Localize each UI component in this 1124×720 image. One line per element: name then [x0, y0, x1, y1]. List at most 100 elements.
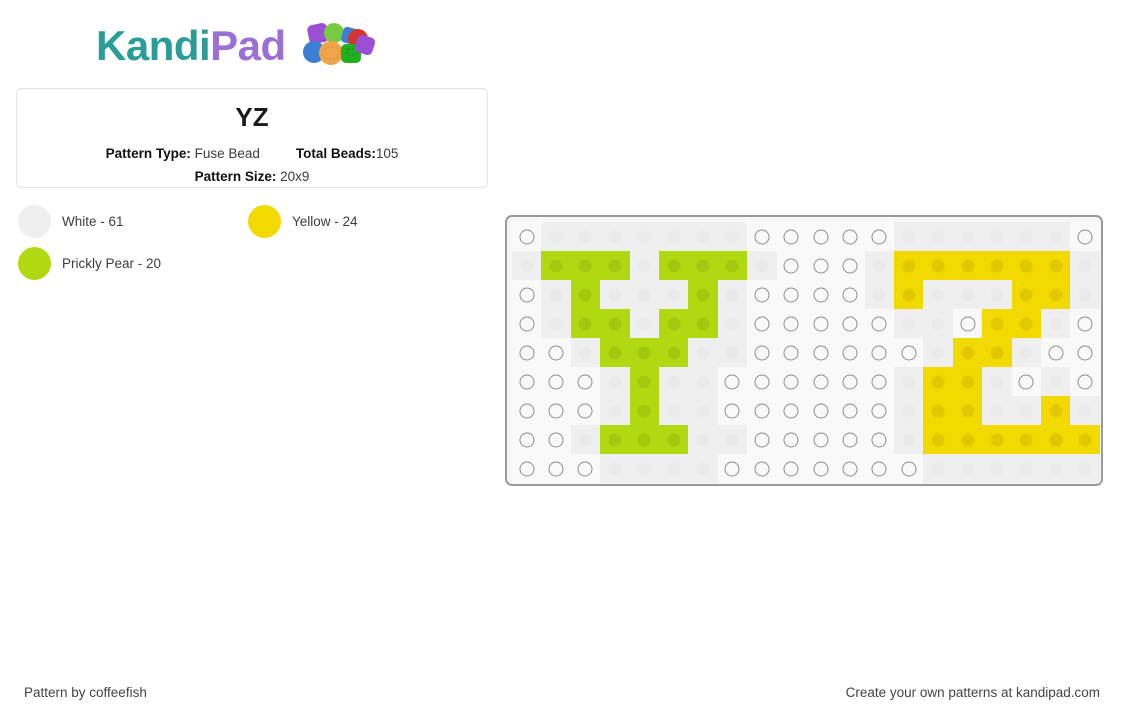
peg-empty[interactable] [864, 425, 895, 454]
peg-empty[interactable] [1070, 222, 1100, 251]
bead-cell[interactable] [629, 367, 660, 396]
bead-cell[interactable] [894, 280, 924, 309]
peg-empty[interactable] [776, 425, 806, 454]
bead-cell[interactable] [1011, 309, 1042, 338]
bead-cell[interactable] [982, 425, 1013, 454]
bead-cell[interactable] [600, 251, 630, 280]
bead-cell[interactable] [1070, 425, 1101, 454]
peg-empty[interactable] [1070, 367, 1100, 396]
bead-cell[interactable] [512, 251, 542, 280]
peg-empty[interactable] [952, 309, 983, 338]
peg-empty[interactable] [776, 338, 806, 367]
peg-empty[interactable] [835, 251, 865, 280]
peg-empty[interactable] [717, 454, 748, 483]
peg-empty[interactable] [776, 396, 806, 425]
bead-cell[interactable] [952, 425, 983, 454]
peg-empty[interactable] [864, 396, 895, 425]
peg-empty[interactable] [805, 396, 836, 425]
bead-cell[interactable] [658, 396, 689, 425]
peg-empty[interactable] [805, 367, 836, 396]
peg-empty[interactable] [805, 425, 836, 454]
bead-cell[interactable] [1070, 280, 1101, 309]
bead-cell[interactable] [864, 280, 895, 309]
bead-cell[interactable] [1041, 454, 1071, 483]
bead-cell[interactable] [717, 425, 748, 454]
bead-cell[interactable] [541, 309, 572, 338]
bead-cell[interactable] [688, 280, 719, 309]
bead-cell[interactable] [864, 251, 895, 280]
bead-cell[interactable] [717, 338, 748, 367]
bead-cell[interactable] [923, 367, 954, 396]
bead-cell[interactable] [600, 222, 630, 251]
bead-cell[interactable] [629, 251, 660, 280]
peg-empty[interactable] [835, 454, 865, 483]
bead-cell[interactable] [658, 280, 689, 309]
bead-cell[interactable] [894, 309, 924, 338]
peg-empty[interactable] [512, 367, 542, 396]
bead-cell[interactable] [894, 222, 924, 251]
peg-empty[interactable] [541, 454, 571, 483]
bead-cell[interactable] [923, 309, 954, 338]
bead-cell[interactable] [982, 454, 1013, 483]
peg-empty[interactable] [541, 367, 571, 396]
bead-cell[interactable] [982, 338, 1013, 367]
bead-cell[interactable] [923, 280, 954, 309]
bead-cell[interactable] [658, 222, 689, 251]
bead-cell[interactable] [541, 251, 572, 280]
peg-empty[interactable] [805, 338, 836, 367]
peg-empty[interactable] [747, 367, 777, 396]
bead-cell[interactable] [1011, 222, 1042, 251]
peg-empty[interactable] [541, 425, 571, 454]
bead-cell[interactable] [982, 367, 1013, 396]
bead-cell[interactable] [952, 396, 983, 425]
bead-cell[interactable] [688, 309, 719, 338]
peg-empty[interactable] [864, 338, 895, 367]
peg-empty[interactable] [512, 454, 542, 483]
peg-empty[interactable] [894, 454, 924, 483]
peg-empty[interactable] [512, 222, 542, 251]
bead-cell[interactable] [688, 454, 719, 483]
bead-cell[interactable] [1041, 425, 1071, 454]
bead-cell[interactable] [658, 367, 689, 396]
peg-empty[interactable] [776, 454, 806, 483]
bead-cell[interactable] [952, 222, 983, 251]
bead-cell[interactable] [1041, 309, 1071, 338]
bead-cell[interactable] [688, 367, 719, 396]
brand-logo[interactable]: KandiPad [96, 22, 376, 70]
bead-cell[interactable] [982, 309, 1013, 338]
bead-cell[interactable] [688, 396, 719, 425]
bead-cell[interactable] [982, 222, 1013, 251]
peg-empty[interactable] [864, 454, 895, 483]
bead-cell[interactable] [600, 367, 630, 396]
peg-empty[interactable] [747, 222, 777, 251]
bead-cell[interactable] [923, 251, 954, 280]
peg-empty[interactable] [747, 309, 777, 338]
peg-empty[interactable] [835, 222, 865, 251]
bead-cell[interactable] [541, 280, 572, 309]
peg-empty[interactable] [1011, 367, 1042, 396]
bead-cell[interactable] [629, 222, 660, 251]
peg-empty[interactable] [747, 338, 777, 367]
peg-empty[interactable] [570, 454, 601, 483]
peg-empty[interactable] [776, 280, 806, 309]
bead-cell[interactable] [1070, 396, 1101, 425]
peg-empty[interactable] [805, 454, 836, 483]
bead-cell[interactable] [923, 338, 954, 367]
peg-empty[interactable] [835, 425, 865, 454]
bead-cell[interactable] [923, 425, 954, 454]
peg-empty[interactable] [570, 396, 601, 425]
peg-empty[interactable] [747, 454, 777, 483]
peg-empty[interactable] [776, 309, 806, 338]
bead-cell[interactable] [952, 280, 983, 309]
peg-empty[interactable] [835, 396, 865, 425]
bead-cell[interactable] [629, 425, 660, 454]
bead-cell[interactable] [629, 338, 660, 367]
bead-cell[interactable] [1011, 396, 1042, 425]
bead-cell[interactable] [1041, 222, 1071, 251]
bead-cell[interactable] [541, 222, 572, 251]
bead-cell[interactable] [982, 280, 1013, 309]
bead-cell[interactable] [688, 251, 719, 280]
peg-empty[interactable] [512, 425, 542, 454]
bead-cell[interactable] [600, 338, 630, 367]
bead-cell[interactable] [1070, 251, 1101, 280]
